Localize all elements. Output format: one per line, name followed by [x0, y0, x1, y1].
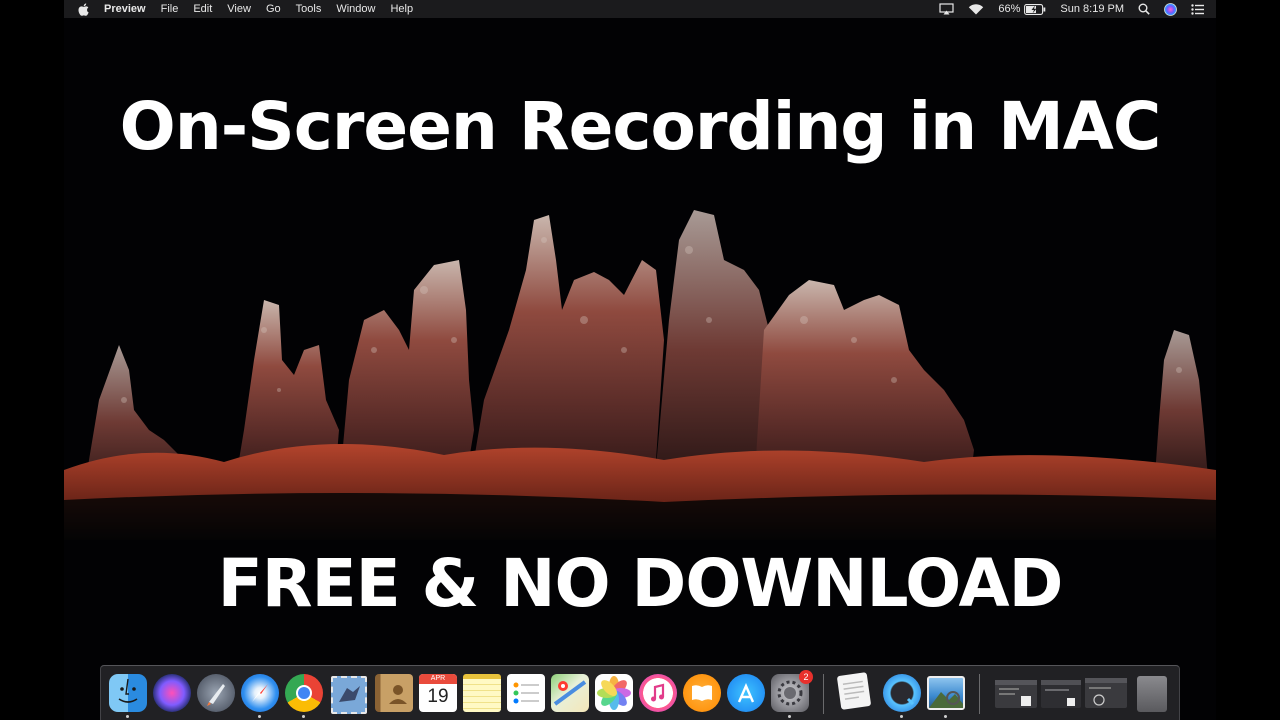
menu-go[interactable]: Go: [266, 0, 281, 18]
menu-clock[interactable]: Sun 8:19 PM: [1060, 0, 1124, 18]
menu-edit[interactable]: Edit: [193, 0, 212, 18]
safari-icon[interactable]: [241, 674, 279, 712]
photos-icon[interactable]: [595, 674, 633, 712]
contacts-icon[interactable]: [375, 674, 413, 712]
launchpad-icon[interactable]: [197, 674, 235, 712]
calendar-icon[interactable]: APR 19: [419, 674, 457, 712]
mail-icon[interactable]: [331, 676, 367, 714]
spotlight-search-icon[interactable]: [1138, 3, 1150, 15]
menu-app-name[interactable]: Preview: [104, 0, 146, 18]
window-thumbnail-icon[interactable]: [995, 680, 1037, 708]
calendar-day: 19: [427, 686, 449, 707]
reminders-icon[interactable]: [507, 674, 545, 712]
preview-icon[interactable]: [927, 676, 965, 710]
chrome-icon[interactable]: [285, 674, 323, 712]
quicktime-icon[interactable]: [883, 674, 921, 712]
siri-icon[interactable]: [153, 674, 191, 712]
system-preferences-icon[interactable]: 2: [771, 670, 813, 712]
wifi-icon[interactable]: [968, 3, 984, 15]
itunes-icon[interactable]: [639, 674, 677, 712]
menu-bar: Preview File Edit View Go Tools Window H…: [64, 0, 1216, 18]
siri-menubar-icon[interactable]: [1164, 2, 1177, 16]
dock: APR 19 2: [100, 665, 1180, 720]
notes-icon[interactable]: [463, 674, 501, 712]
finder-icon[interactable]: [109, 674, 147, 712]
battery-percent: 66%: [998, 3, 1021, 15]
dock-separator: [979, 674, 980, 714]
dock-separator: [823, 674, 824, 714]
system-preferences-badge: 2: [799, 670, 813, 684]
trash-icon[interactable]: [1137, 676, 1167, 712]
calendar-month: APR: [419, 674, 457, 684]
airplay-icon[interactable]: [939, 3, 954, 15]
menu-help[interactable]: Help: [390, 0, 413, 18]
app-store-icon[interactable]: [727, 674, 765, 712]
apple-menu-icon[interactable]: [78, 2, 89, 16]
window-thumbnail-icon[interactable]: [1041, 680, 1081, 708]
ibooks-icon[interactable]: [683, 674, 721, 712]
menu-window[interactable]: Window: [336, 0, 375, 18]
textedit-icon[interactable]: [836, 672, 872, 710]
wallpaper-rock-formations: [64, 210, 1216, 540]
video-title: On-Screen Recording in MAC: [119, 88, 1162, 165]
menu-tools[interactable]: Tools: [296, 0, 322, 18]
window-thumbnail-icon[interactable]: [1085, 678, 1127, 708]
battery-charging-icon[interactable]: [1024, 3, 1046, 15]
notification-center-icon[interactable]: [1191, 3, 1204, 15]
maps-icon[interactable]: [551, 674, 589, 712]
video-subtitle: FREE & NO DOWNLOAD: [217, 545, 1064, 622]
menu-file[interactable]: File: [161, 0, 179, 18]
menu-view[interactable]: View: [227, 0, 251, 18]
desktop: Preview File Edit View Go Tools Window H…: [64, 0, 1216, 720]
